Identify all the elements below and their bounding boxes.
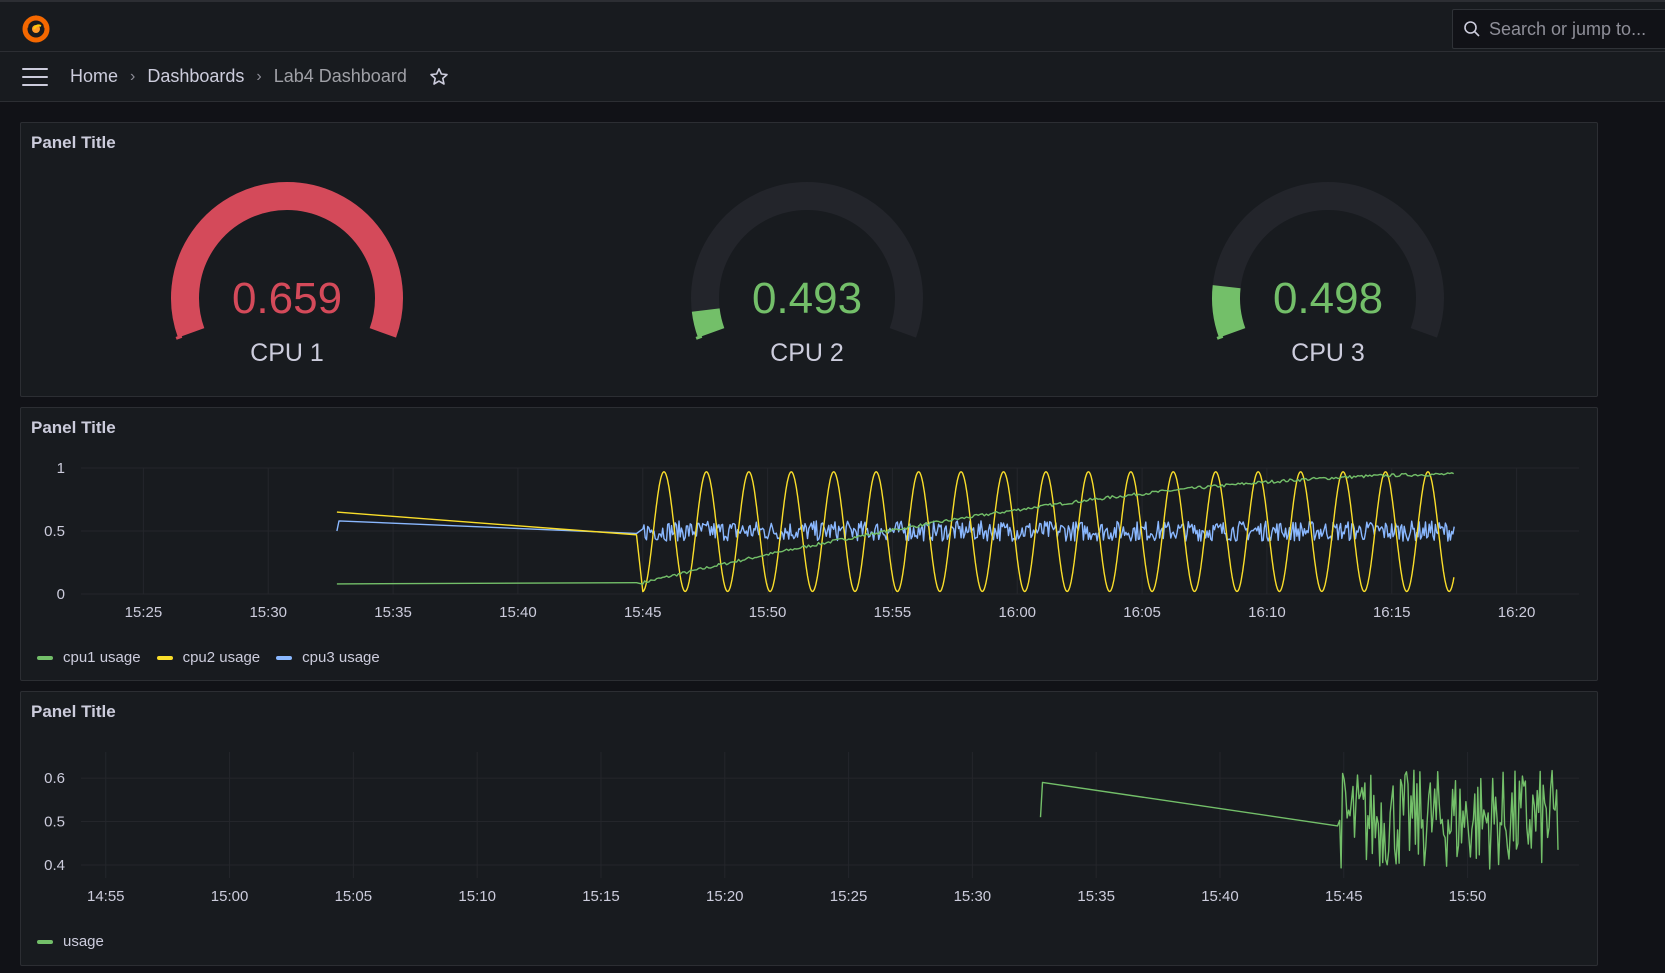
legend-swatch bbox=[156, 655, 173, 660]
legend-swatch bbox=[37, 939, 53, 944]
x-tick-label: 15:45 bbox=[1325, 888, 1363, 905]
x-tick-label: 16:10 bbox=[1248, 604, 1286, 621]
x-tick-label: 15:35 bbox=[374, 604, 412, 621]
gauge-cpu-1: 0.659 CPU 1 bbox=[171, 182, 403, 367]
x-tick-label: 15:05 bbox=[335, 888, 373, 905]
gauge-label: CPU 2 bbox=[770, 339, 844, 367]
breadcrumb-current: Lab4 Dashboard bbox=[273, 66, 407, 86]
gauge-label: CPU 3 bbox=[1291, 339, 1365, 367]
gauge-threshold-mark bbox=[695, 334, 703, 340]
legend-item-cpu2[interactable]: cpu2 usage bbox=[156, 649, 261, 666]
menu-icon[interactable] bbox=[22, 67, 48, 86]
x-tick-label: 16:15 bbox=[1373, 604, 1411, 621]
x-tick-label: 15:15 bbox=[582, 888, 620, 905]
legend-label: usage bbox=[63, 933, 104, 950]
gauge-label: CPU 1 bbox=[250, 339, 324, 367]
gauge-threshold-mark bbox=[175, 334, 183, 340]
x-tick-label: 14:55 bbox=[87, 888, 125, 905]
gauge-threshold-mark bbox=[1216, 334, 1224, 340]
top-bar: Search or jump to... bbox=[0, 0, 1665, 52]
x-tick-label: 15:25 bbox=[830, 888, 868, 905]
y-tick-label: 0.6 bbox=[44, 770, 65, 787]
x-tick-label: 16:00 bbox=[998, 604, 1036, 621]
gauge-area: 0.659 CPU 1 0.493 CPU 2 0.498 CPU 3 bbox=[171, 182, 1444, 367]
x-tick-label: 15:30 bbox=[249, 604, 287, 621]
x-tick-label: 16:20 bbox=[1498, 604, 1536, 621]
y-tick-label: 1 bbox=[57, 460, 65, 477]
x-tick-label: 15:40 bbox=[1201, 888, 1239, 905]
chevron-right-icon: › bbox=[256, 67, 262, 85]
x-tick-label: 15:00 bbox=[211, 888, 249, 905]
x-tick-label: 15:20 bbox=[706, 888, 744, 905]
legend-label: cpu2 usage bbox=[182, 649, 261, 666]
x-tick-label: 15:50 bbox=[1449, 888, 1487, 905]
breadcrumb-dashboards[interactable]: Dashboards bbox=[147, 66, 244, 87]
legend-swatch bbox=[37, 655, 53, 660]
x-tick-label: 15:35 bbox=[1077, 888, 1115, 905]
search-input[interactable]: Search or jump to... bbox=[1452, 9, 1665, 49]
gauge-value: 0.493 bbox=[752, 274, 862, 323]
gauge-panel: Panel Title 0.659 CPU 1 0.493 CPU 2 0.49… bbox=[20, 122, 1598, 397]
chart-legend: usage bbox=[37, 933, 104, 950]
x-tick-label: 15:55 bbox=[874, 604, 912, 621]
chart-legend: cpu1 usage cpu2 usage cpu3 usage bbox=[37, 649, 380, 666]
cpu-timeseries-panel: Panel Title 15:25 15:30 15:35 15:40 15:45 15:… bbox=[20, 407, 1598, 681]
y-tick-label: 0 bbox=[57, 586, 65, 603]
search-icon bbox=[1464, 21, 1480, 37]
breadcrumb-bar: Home › Dashboards › Lab4 Dashboard bbox=[0, 52, 1665, 102]
x-tick-label: 15:45 bbox=[624, 604, 662, 621]
y-tick-label: 0.5 bbox=[44, 523, 65, 540]
legend-item-cpu1[interactable]: cpu1 usage bbox=[37, 649, 141, 666]
legend-label: cpu1 usage bbox=[63, 649, 141, 666]
x-tick-label: 15:40 bbox=[499, 604, 537, 621]
usage-chart[interactable]: 14:55 15:00 15:05 15:10 15:15 15:20 15:25 15:30… bbox=[21, 692, 1599, 967]
usage-timeseries-panel: Panel Title 14:55 15:00 15:05 15:10 15:15 15:… bbox=[20, 691, 1598, 966]
cpu-usage-chart[interactable]: 15:25 15:30 15:35 15:40 15:45 15:50 15:55 16:00… bbox=[21, 408, 1599, 682]
x-tick-label: 15:50 bbox=[749, 604, 787, 621]
legend-item-cpu3[interactable]: cpu3 usage bbox=[276, 649, 380, 666]
search-placeholder: Search or jump to... bbox=[1489, 18, 1647, 39]
x-tick-label: 16:05 bbox=[1123, 604, 1161, 621]
gauge-value: 0.498 bbox=[1273, 274, 1383, 323]
y-tick-label: 0.4 bbox=[44, 857, 65, 874]
x-tick-label: 15:25 bbox=[125, 604, 163, 621]
x-tick-label: 15:30 bbox=[954, 888, 992, 905]
gauge-cpu-2: 0.493 CPU 2 bbox=[691, 182, 923, 367]
gauge-cpu-3: 0.498 CPU 3 bbox=[1212, 182, 1444, 367]
legend-item-usage[interactable]: usage bbox=[37, 933, 104, 950]
x-tick-label: 15:10 bbox=[458, 888, 496, 905]
series-line-usage[interactable] bbox=[1039, 769, 1559, 870]
chevron-right-icon: › bbox=[130, 67, 136, 85]
legend-swatch bbox=[276, 655, 293, 660]
y-tick-label: 0.5 bbox=[44, 814, 65, 831]
grafana-logo-icon[interactable] bbox=[20, 12, 52, 44]
gauge-value: 0.659 bbox=[232, 274, 342, 323]
breadcrumb-home[interactable]: Home bbox=[70, 66, 118, 87]
star-icon[interactable] bbox=[429, 67, 449, 87]
legend-label: cpu3 usage bbox=[302, 649, 380, 666]
